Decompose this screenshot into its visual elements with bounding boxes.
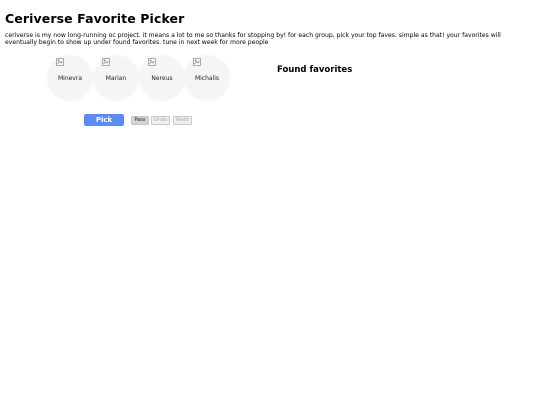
candidate-name: Nereus xyxy=(151,75,173,82)
broken-image-icon xyxy=(193,58,201,66)
page-title: Ceriverse Favorite Picker xyxy=(5,11,185,26)
redo-button[interactable]: Redo xyxy=(173,116,192,125)
candidate-name: Marian xyxy=(105,75,127,82)
candidate-card-michalis[interactable]: Michalis xyxy=(185,56,229,100)
found-favorites-heading: Found favorites xyxy=(277,65,353,75)
page-description: ceriverse is my now long-running oc proj… xyxy=(5,32,501,47)
broken-image-icon xyxy=(102,58,110,66)
candidate-card-minevra[interactable]: Minevra xyxy=(48,56,92,100)
broken-image-icon xyxy=(56,58,64,66)
pass-button[interactable]: Pass xyxy=(131,116,149,125)
pick-button[interactable]: Pick xyxy=(84,114,124,126)
candidate-card-marian[interactable]: Marian xyxy=(94,56,138,100)
candidate-name: Michalis xyxy=(194,75,220,82)
candidate-name: Minevra xyxy=(57,75,83,82)
candidate-card-nereus[interactable]: Nereus xyxy=(140,56,184,100)
broken-image-icon xyxy=(148,58,156,66)
undo-button[interactable]: Undo xyxy=(151,116,170,125)
